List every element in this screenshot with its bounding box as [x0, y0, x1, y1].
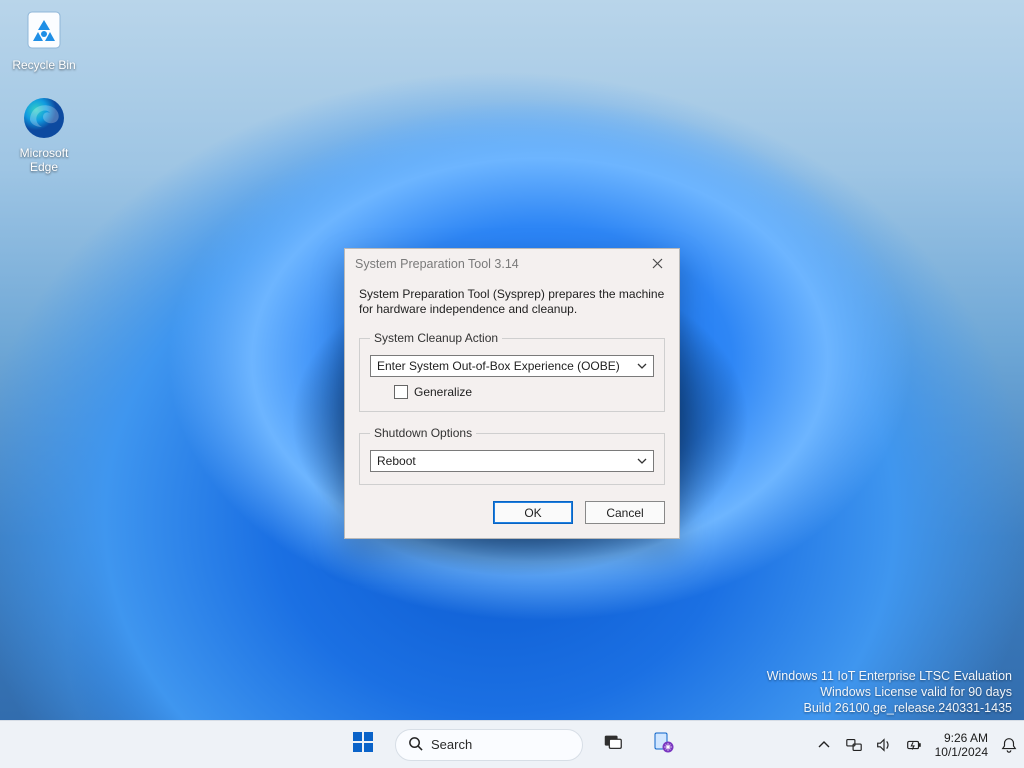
desktop-icon-edge[interactable]: Microsoft Edge — [6, 94, 82, 174]
generalize-checkbox[interactable] — [394, 385, 408, 399]
desktop-watermark: Windows 11 IoT Enterprise LTSC Evaluatio… — [767, 668, 1012, 716]
notifications-button[interactable] — [1000, 736, 1018, 754]
desktop-icon-recycle-bin[interactable]: Recycle Bin — [6, 6, 82, 72]
recycle-bin-icon — [20, 6, 68, 54]
volume-icon[interactable] — [875, 736, 893, 754]
select-value: Enter System Out-of-Box Experience (OOBE… — [377, 359, 620, 373]
tray-clock[interactable]: 9:26 AM 10/1/2024 — [935, 731, 988, 759]
task-view-icon — [602, 731, 624, 758]
taskbar-app-taskview[interactable] — [593, 725, 633, 765]
generalize-label: Generalize — [414, 385, 472, 399]
edge-icon — [20, 94, 68, 142]
windows-logo-icon — [351, 730, 375, 759]
close-button[interactable] — [643, 253, 671, 275]
taskbar-search[interactable]: Search — [395, 725, 583, 765]
network-icon[interactable] — [845, 736, 863, 754]
select-value: Reboot — [377, 454, 416, 468]
tray-time: 9:26 AM — [935, 731, 988, 745]
ok-button[interactable]: OK — [493, 501, 573, 524]
chevron-down-icon — [637, 360, 647, 372]
group-shutdown-options: Shutdown Options Reboot — [359, 426, 665, 485]
cancel-button[interactable]: Cancel — [585, 501, 665, 524]
dialog-intro-text: System Preparation Tool (Sysprep) prepar… — [359, 287, 665, 317]
sysprep-app-icon — [651, 730, 675, 759]
power-icon[interactable] — [905, 736, 923, 754]
search-placeholder: Search — [431, 737, 472, 752]
sysprep-dialog: System Preparation Tool 3.14 System Prep… — [344, 248, 680, 539]
chevron-down-icon — [637, 455, 647, 467]
group-label: System Cleanup Action — [370, 331, 502, 345]
system-tray: 9:26 AM 10/1/2024 — [815, 721, 1018, 768]
taskbar-app-sysprep[interactable] — [643, 725, 683, 765]
desktop-icon-label: Microsoft Edge — [6, 146, 82, 174]
group-label: Shutdown Options — [370, 426, 476, 440]
start-button[interactable] — [341, 725, 385, 765]
desktop-icon-label: Recycle Bin — [6, 58, 82, 72]
group-system-cleanup: System Cleanup Action Enter System Out-o… — [359, 331, 665, 412]
shutdown-option-select[interactable]: Reboot — [370, 450, 654, 472]
tray-date: 10/1/2024 — [935, 745, 988, 759]
search-icon — [408, 736, 423, 754]
taskbar: Search — [0, 720, 1024, 768]
tray-overflow-button[interactable] — [815, 736, 833, 754]
close-icon — [652, 256, 663, 272]
cleanup-action-select[interactable]: Enter System Out-of-Box Experience (OOBE… — [370, 355, 654, 377]
dialog-title: System Preparation Tool 3.14 — [355, 257, 519, 271]
dialog-titlebar[interactable]: System Preparation Tool 3.14 — [345, 249, 679, 279]
